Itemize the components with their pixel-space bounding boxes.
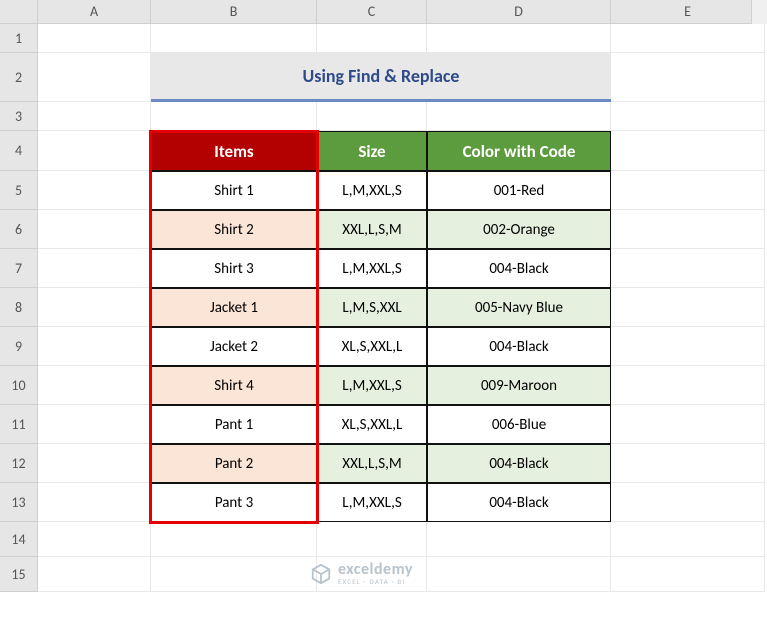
cell-size-6[interactable]: XL,S,XXL,L: [317, 405, 427, 444]
cell-b1[interactable]: [151, 24, 317, 53]
cell-a2[interactable]: [38, 53, 151, 102]
row-header-3[interactable]: 3: [0, 102, 38, 131]
cell-color-8[interactable]: 004-Black: [427, 483, 611, 522]
cell-a3[interactable]: [38, 102, 151, 131]
cell-a14[interactable]: [38, 522, 151, 557]
cell-e13[interactable]: [611, 483, 765, 522]
cell-e3[interactable]: [611, 102, 765, 131]
row-header-9[interactable]: 9: [0, 327, 38, 366]
watermark-sub: EXCEL · DATA · BI: [338, 578, 413, 585]
header-items[interactable]: Items: [151, 131, 317, 171]
cell-color-3[interactable]: 005-Navy Blue: [427, 288, 611, 327]
cell-color-4[interactable]: 004-Black: [427, 327, 611, 366]
col-header-e[interactable]: E: [611, 0, 765, 24]
cell-size-8[interactable]: L,M,XXL,S: [317, 483, 427, 522]
cell-a10[interactable]: [38, 366, 151, 405]
cell-c1[interactable]: [317, 24, 427, 53]
cell-a4[interactable]: [38, 131, 151, 171]
cell-color-6[interactable]: 006-Blue: [427, 405, 611, 444]
row-header-8[interactable]: 8: [0, 288, 38, 327]
cell-e11[interactable]: [611, 405, 765, 444]
scroll-up-region[interactable]: [751, 0, 767, 24]
row-header-14[interactable]: 14: [0, 522, 38, 557]
row-header-6[interactable]: 6: [0, 210, 38, 249]
cell-item-1[interactable]: Shirt 2: [151, 210, 317, 249]
cell-e15[interactable]: [611, 557, 765, 592]
row-header-5[interactable]: 5: [0, 171, 38, 210]
header-size[interactable]: Size: [317, 131, 427, 171]
cell-item-5[interactable]: Shirt 4: [151, 366, 317, 405]
row-header-11[interactable]: 11: [0, 405, 38, 444]
cell-item-6[interactable]: Pant 1: [151, 405, 317, 444]
cell-e4[interactable]: [611, 131, 765, 171]
cell-e5[interactable]: [611, 171, 765, 210]
cell-item-3[interactable]: Jacket 1: [151, 288, 317, 327]
cell-d15[interactable]: [427, 557, 611, 592]
spreadsheet-grid: A B C D E 1 2 Using Find & Replace 3 4 I…: [0, 0, 767, 592]
cell-a5[interactable]: [38, 171, 151, 210]
row-header-4[interactable]: 4: [0, 131, 38, 171]
cell-d14[interactable]: [427, 522, 611, 557]
title-cell[interactable]: Using Find & Replace: [151, 53, 611, 102]
cell-item-8[interactable]: Pant 3: [151, 483, 317, 522]
cell-a1[interactable]: [38, 24, 151, 53]
col-header-a[interactable]: A: [38, 0, 151, 24]
cell-a6[interactable]: [38, 210, 151, 249]
cell-size-0[interactable]: L,M,XXL,S: [317, 171, 427, 210]
cell-size-4[interactable]: XL,S,XXL,L: [317, 327, 427, 366]
row-header-15[interactable]: 15: [0, 557, 38, 592]
cell-item-0[interactable]: Shirt 1: [151, 171, 317, 210]
cell-size-5[interactable]: L,M,XXL,S: [317, 366, 427, 405]
select-all-corner[interactable]: [0, 0, 38, 24]
watermark-main: exceldemy: [338, 562, 413, 578]
cell-e6[interactable]: [611, 210, 765, 249]
cell-b3[interactable]: [151, 102, 317, 131]
cell-d3[interactable]: [427, 102, 611, 131]
cell-a12[interactable]: [38, 444, 151, 483]
cell-a7[interactable]: [38, 249, 151, 288]
row-header-12[interactable]: 12: [0, 444, 38, 483]
cell-item-4[interactable]: Jacket 2: [151, 327, 317, 366]
cell-color-0[interactable]: 001-Red: [427, 171, 611, 210]
cell-a9[interactable]: [38, 327, 151, 366]
cell-e12[interactable]: [611, 444, 765, 483]
cell-size-3[interactable]: L,M,S,XXL: [317, 288, 427, 327]
col-header-d[interactable]: D: [427, 0, 611, 24]
logo-icon: [310, 563, 332, 585]
cell-item-2[interactable]: Shirt 3: [151, 249, 317, 288]
cell-color-2[interactable]: 004-Black: [427, 249, 611, 288]
cell-e10[interactable]: [611, 366, 765, 405]
cell-size-2[interactable]: L,M,XXL,S: [317, 249, 427, 288]
cell-size-1[interactable]: XXL,L,S,M: [317, 210, 427, 249]
row-header-2[interactable]: 2: [0, 53, 38, 102]
cell-e7[interactable]: [611, 249, 765, 288]
cell-a11[interactable]: [38, 405, 151, 444]
cell-d1[interactable]: [427, 24, 611, 53]
cell-e2[interactable]: [611, 53, 765, 102]
row-header-10[interactable]: 10: [0, 366, 38, 405]
row-header-13[interactable]: 13: [0, 483, 38, 522]
cell-c3[interactable]: [317, 102, 427, 131]
cell-size-7[interactable]: XXL,L,S,M: [317, 444, 427, 483]
cell-c14[interactable]: [317, 522, 427, 557]
cell-color-5[interactable]: 009-Maroon: [427, 366, 611, 405]
col-header-c[interactable]: C: [317, 0, 427, 24]
cell-a8[interactable]: [38, 288, 151, 327]
cell-b15[interactable]: [151, 557, 317, 592]
cell-color-7[interactable]: 004-Black: [427, 444, 611, 483]
cell-color-1[interactable]: 002-Orange: [427, 210, 611, 249]
row-header-7[interactable]: 7: [0, 249, 38, 288]
col-header-b[interactable]: B: [151, 0, 317, 24]
cell-a13[interactable]: [38, 483, 151, 522]
cell-e14[interactable]: [611, 522, 765, 557]
cell-a15[interactable]: [38, 557, 151, 592]
cell-e9[interactable]: [611, 327, 765, 366]
header-color[interactable]: Color with Code: [427, 131, 611, 171]
cell-e8[interactable]: [611, 288, 765, 327]
cell-item-7[interactable]: Pant 2: [151, 444, 317, 483]
watermark: exceldemy EXCEL · DATA · BI: [310, 562, 413, 585]
row-header-1[interactable]: 1: [0, 24, 38, 53]
cell-e1[interactable]: [611, 24, 765, 53]
cell-b14[interactable]: [151, 522, 317, 557]
